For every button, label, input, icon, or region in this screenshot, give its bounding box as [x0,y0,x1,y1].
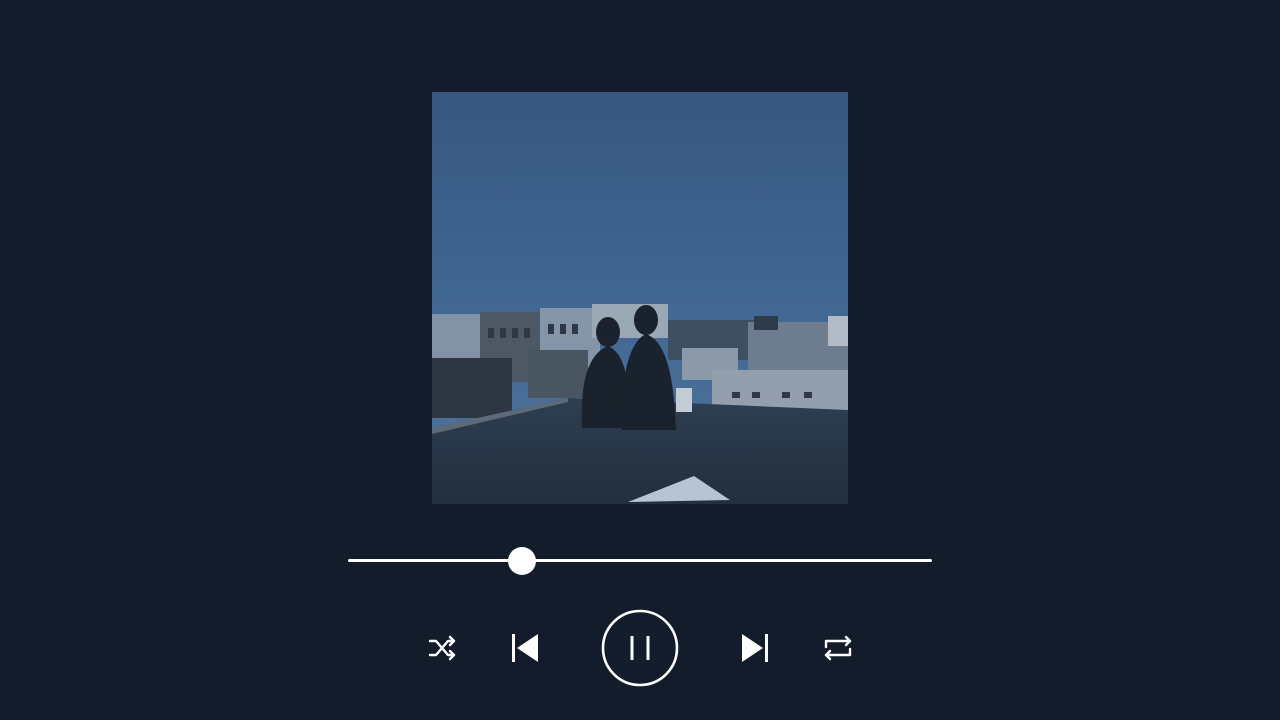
album-art [432,92,848,504]
shuffle-button[interactable] [424,630,460,666]
progress-track[interactable] [348,559,932,562]
previous-button[interactable] [504,628,544,668]
repeat-icon [821,632,855,664]
pause-icon [600,608,680,688]
play-pause-button[interactable] [600,608,680,688]
repeat-button[interactable] [818,630,858,666]
skip-previous-icon [507,631,541,665]
progress-thumb[interactable] [508,547,537,575]
shuffle-icon [426,632,458,664]
next-button[interactable] [736,628,776,668]
progress-bar[interactable] [348,546,932,576]
music-player [0,0,1280,720]
skip-next-icon [739,631,773,665]
